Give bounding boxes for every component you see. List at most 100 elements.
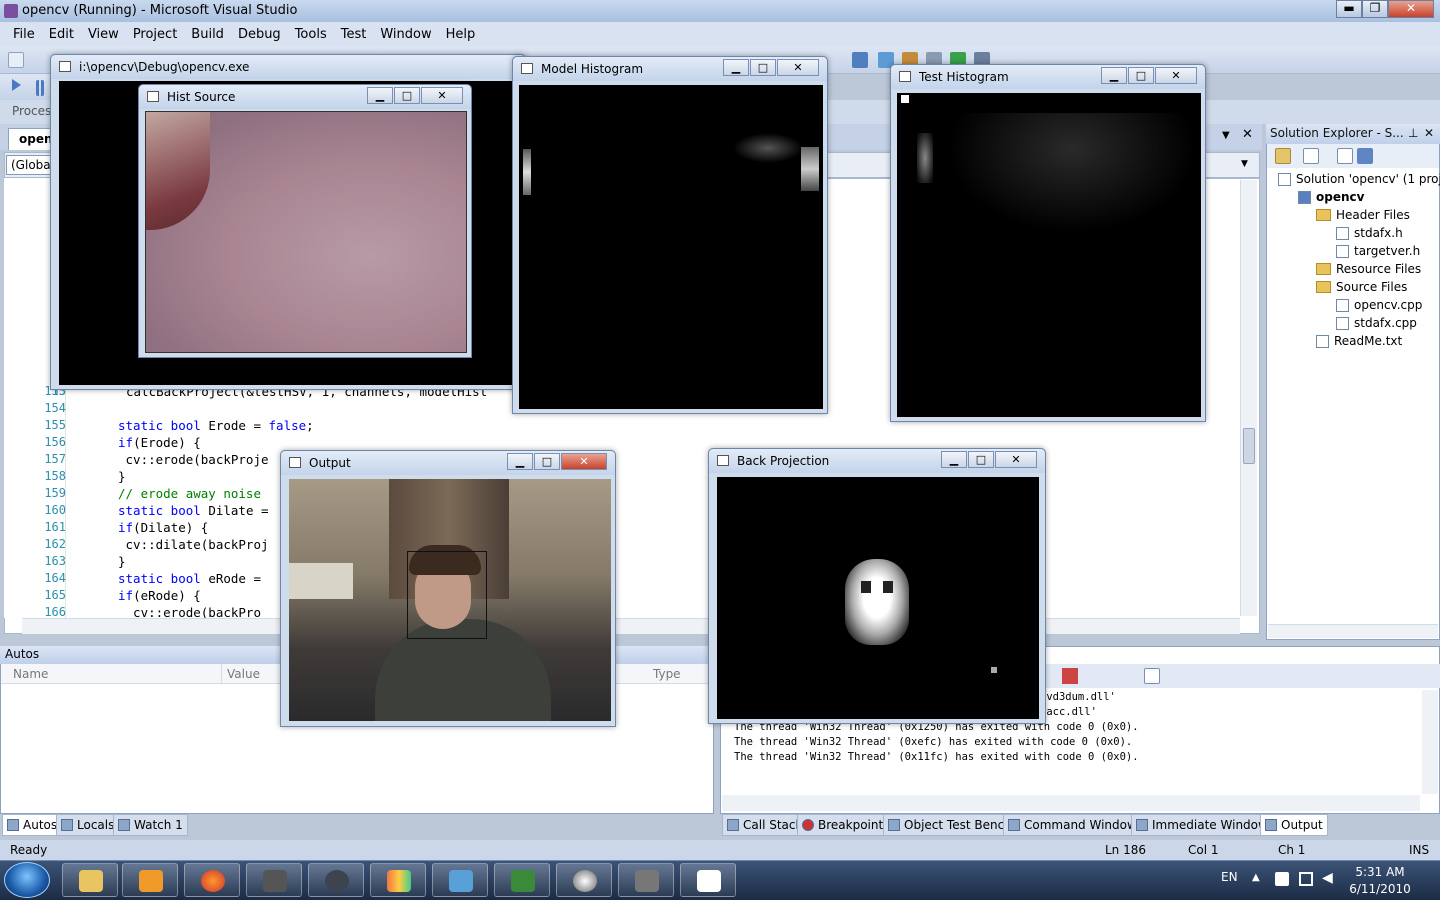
menu-edit[interactable]: Edit [42,27,81,42]
maximize-button[interactable]: □ [750,59,776,76]
pause-icon[interactable] [36,80,44,96]
close-button[interactable]: ✕ [777,59,819,76]
new-project-icon[interactable] [8,52,24,68]
taskbar-gimp[interactable] [618,863,674,897]
taskbar-opencv-console[interactable] [680,863,736,897]
taskbar-git[interactable] [246,863,302,897]
minimize-button[interactable]: ▁ [507,453,533,470]
column-type[interactable]: Type [653,667,681,681]
menu-test[interactable]: Test [334,27,374,42]
maximize-button[interactable]: □ [534,453,560,470]
find-icon[interactable] [852,52,868,68]
class-diagram-icon[interactable] [1357,148,1373,164]
solution-horizontal-scrollbar[interactable] [1268,624,1438,638]
tree-item-source-files[interactable]: Source Files [1316,280,1407,294]
menu-view[interactable]: View [81,27,126,42]
taskbar-virtualbox[interactable] [432,863,488,897]
clear-all-icon[interactable] [1062,668,1078,684]
output-vertical-scrollbar[interactable] [1422,690,1438,794]
tree-item-stdafx-cpp[interactable]: stdafx.cpp [1336,316,1417,330]
editor-vertical-scrollbar[interactable] [1240,180,1257,616]
taskbar-firefox[interactable] [184,863,240,897]
minimize-button[interactable]: ▬ [1336,0,1362,18]
tree-item-stdafx-h[interactable]: stdafx.h [1336,226,1403,240]
view-code-icon[interactable] [1337,148,1353,164]
minimize-button[interactable]: ▁ [941,451,967,468]
column-value[interactable]: Value [227,667,260,681]
close-button[interactable]: ✕ [561,453,607,470]
close-button[interactable]: ✕ [1155,67,1197,84]
close-button[interactable]: ✕ [421,87,463,104]
maximize-button[interactable]: □ [394,87,420,104]
tab-autos[interactable]: Autos [2,814,63,836]
tree-item-targetver-h[interactable]: targetver.h [1336,244,1420,258]
scroll-thumb[interactable] [1243,428,1255,464]
minimize-button[interactable]: ▁ [1101,67,1127,84]
menu-tools[interactable]: Tools [288,27,334,42]
taskbar-explorer[interactable] [62,863,118,897]
show-all-files-icon[interactable] [1275,148,1291,164]
tab-breakpoints[interactable]: Breakpoints [797,814,895,836]
column-name[interactable]: Name [13,667,48,681]
tab-call-stack[interactable]: Call Stack [722,814,808,836]
console-icon [59,61,71,72]
action-center-icon[interactable] [1275,872,1289,886]
chevron-down-icon[interactable]: ▼ [1241,159,1248,169]
tree-item-header-files[interactable]: Header Files [1316,208,1410,222]
language-indicator[interactable]: EN [1221,870,1238,884]
continue-icon[interactable] [12,79,21,91]
close-document-icon[interactable]: ✕ [1242,127,1253,142]
menu-window[interactable]: Window [373,27,438,42]
output-horizontal-scrollbar[interactable] [722,795,1420,811]
menu-project[interactable]: Project [126,27,184,42]
output-video-title-bar[interactable]: Output ▁ □ ✕ [281,451,615,475]
hist-source-title-bar[interactable]: Hist Source ▁ □ ✕ [139,85,471,109]
maximize-button[interactable]: ❐ [1362,0,1388,18]
tab-dropdown-icon[interactable]: ▼ [1222,130,1230,141]
pin-icon[interactable]: ⊥ [1408,124,1418,143]
minimize-button[interactable]: ▁ [367,87,393,104]
tab-output[interactable]: Output [1260,814,1328,836]
start-button[interactable] [4,862,50,898]
tree-item-project[interactable]: opencv [1298,190,1364,204]
menu-help[interactable]: Help [439,27,483,42]
tree-item-solution[interactable]: Solution 'opencv' (1 projec [1278,172,1440,186]
taskbar-media-player[interactable] [122,863,178,897]
tree-item-opencv-cpp[interactable]: opencv.cpp [1336,298,1422,312]
close-icon[interactable]: ✕ [1424,124,1434,143]
output-line: The thread 'Win32 Thread' (0x11fc) has e… [734,751,1139,763]
tab-immediate-window[interactable]: Immediate Window [1131,814,1273,836]
maximize-button[interactable]: □ [1128,67,1154,84]
taskbar-visual-studio[interactable] [370,863,426,897]
scope-dropdown[interactable]: (Global [6,155,54,175]
show-hidden-icons-icon[interactable]: ▲ [1252,872,1260,883]
status-char: Ch 1 [1278,843,1306,857]
tab-watch1[interactable]: Watch 1 [113,814,188,836]
taskbar-webcam[interactable] [556,863,612,897]
maximize-button[interactable]: □ [968,451,994,468]
taskbar-terminal[interactable] [494,863,550,897]
menu-file[interactable]: File [6,27,42,42]
test-histogram-title-bar[interactable]: Test Histogram ▁ □ ✕ [891,65,1205,89]
close-button[interactable]: ✕ [995,451,1037,468]
system-clock[interactable]: 5:31 AM 6/11/2010 [1340,864,1420,898]
menu-build[interactable]: Build [184,27,231,42]
network-icon[interactable] [1299,872,1313,886]
word-wrap-icon[interactable] [1144,668,1160,684]
back-projection-title-bar[interactable]: Back Projection ▁ □ ✕ [709,449,1045,473]
close-button[interactable]: ✕ [1388,0,1434,18]
taskbar-steam[interactable] [308,863,364,897]
tab-opencv-cpp[interactable]: openc [8,128,60,150]
menu-debug[interactable]: Debug [231,27,288,42]
tab-command-window[interactable]: Command Window [1003,814,1142,836]
tab-locals[interactable]: Locals [56,814,120,836]
volume-icon[interactable]: ◀ [1322,870,1333,886]
console-title-bar[interactable]: i:\opencv\Debug\opencv.exe [51,55,525,79]
model-histogram-title-bar[interactable]: Model Histogram ▁ □ ✕ [513,57,827,81]
tab-object-test-bench[interactable]: Object Test Bench [883,814,1017,836]
minimize-button[interactable]: ▁ [723,59,749,76]
tree-item-readme[interactable]: ReadMe.txt [1316,334,1402,348]
properties-icon[interactable] [1303,148,1319,164]
editor-horizontal-scrollbar[interactable] [22,618,1240,634]
tree-item-resource-files[interactable]: Resource Files [1316,262,1421,276]
